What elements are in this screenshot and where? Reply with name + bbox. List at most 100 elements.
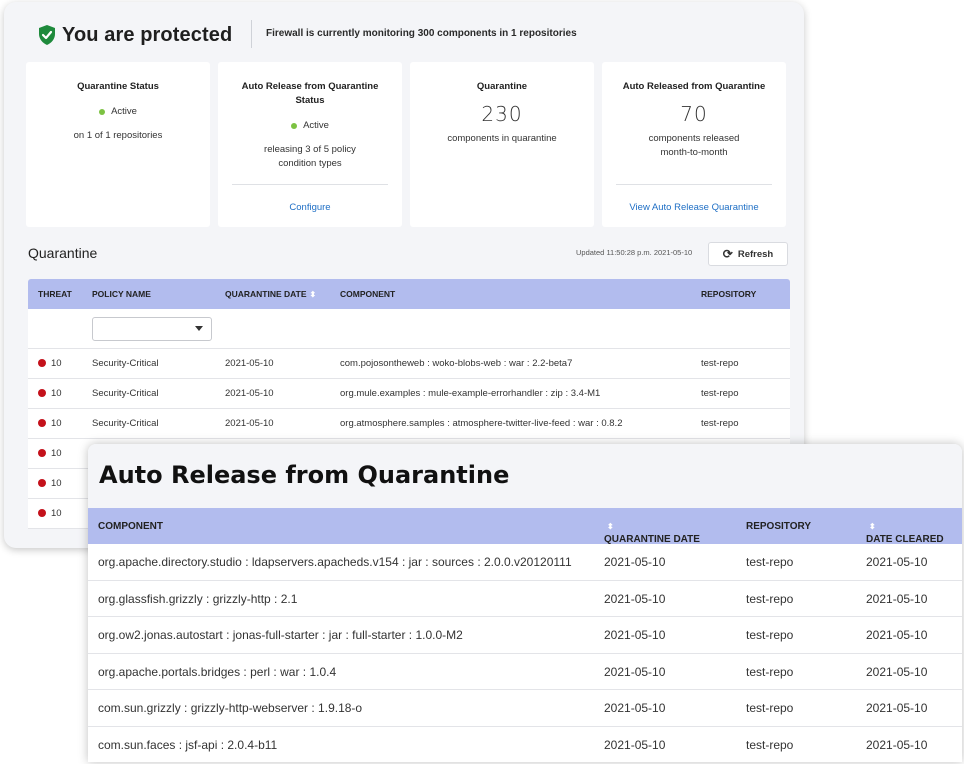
date-cell: 2021-05-10 — [604, 737, 666, 752]
card-title: Quarantine Status — [77, 81, 159, 92]
col-policy-name[interactable]: POLICY NAME — [92, 289, 151, 299]
status-dot — [99, 108, 106, 115]
policy-filter-select[interactable] — [92, 317, 212, 341]
status-indicator: Active — [218, 120, 402, 131]
threat-value: 10 — [51, 358, 62, 369]
table-row[interactable]: com.sun.grizzly : grizzly-http-webserver… — [88, 690, 962, 727]
repository-cell: test-repo — [746, 701, 794, 716]
col-repository[interactable]: REPOSITORY — [701, 289, 756, 299]
repository-cell: test-repo — [701, 418, 739, 429]
threat-value: 10 — [51, 508, 62, 519]
updated-timestamp: Updated 11:50:28 p.m. 2021-05-10 — [576, 248, 693, 257]
card-divider — [232, 184, 388, 185]
component-cell: org.apache.portals.bridges : perl : war … — [98, 664, 337, 679]
threat-dot — [38, 419, 46, 427]
monitoring-summary: Firewall is currently monitoring 300 com… — [266, 28, 577, 39]
col-repository[interactable]: REPOSITORY — [746, 521, 811, 532]
refresh-icon: ⟳ — [722, 247, 733, 261]
cleared-cell: 2021-05-10 — [866, 628, 928, 643]
threat-dot — [38, 509, 46, 517]
chevron-down-icon — [195, 326, 203, 331]
threat-value: 10 — [51, 478, 62, 489]
card-title: Auto Released from Quarantine — [622, 81, 766, 92]
cleared-cell: 2021-05-10 — [866, 664, 928, 679]
table-row[interactable]: org.apache.directory.studio : ldapserver… — [88, 544, 962, 581]
refresh-button[interactable]: ⟳ Refresh — [708, 242, 788, 266]
table-row[interactable]: 10 Security-Critical 2021-05-10 org.mule… — [28, 379, 790, 409]
date-cell: 2021-05-10 — [604, 628, 666, 643]
threat-dot — [38, 449, 46, 457]
threat-dot — [38, 479, 46, 487]
card-description: components in quarantine — [447, 133, 557, 144]
auto-release-status-card: Auto Release from Quarantine Status Acti… — [218, 62, 402, 227]
protection-header: You are protected — [38, 20, 232, 50]
date-cell: 2021-05-10 — [225, 358, 274, 369]
panel-title: Auto Release from Quarantine — [99, 461, 510, 489]
date-cell: 2021-05-10 — [604, 664, 666, 679]
page-title: You are protected — [62, 23, 233, 46]
threat-cell: 10 — [38, 508, 62, 519]
component-cell: com.sun.grizzly : grizzly-http-webserver… — [98, 701, 363, 716]
date-cell: 2021-05-10 — [604, 555, 666, 569]
table-row[interactable]: org.apache.portals.bridges : perl : war … — [88, 654, 962, 691]
panel-header: Auto Release from Quarantine — [88, 444, 962, 508]
repository-cell: test-repo — [701, 358, 739, 369]
table-row[interactable]: org.glassfish.grizzly : grizzly-http : 2… — [88, 581, 962, 618]
status-indicator: Active — [26, 106, 210, 117]
card-description: components released month-to-month — [648, 133, 740, 158]
quarantine-status-card: Quarantine Status Active on 1 of 1 repos… — [26, 62, 210, 227]
col-quarantine-date[interactable]: QUARANTINE DATE ⬍ — [604, 521, 700, 545]
threat-cell: 10 — [38, 448, 62, 459]
status-dot — [291, 122, 298, 129]
card-title: Quarantine — [476, 81, 528, 92]
component-cell: com.sun.faces : jsf-api : 2.0.4-b11 — [98, 737, 278, 752]
col-component[interactable]: COMPONENT — [340, 289, 395, 299]
component-cell: org.mule.examples : mule-example-errorha… — [340, 388, 601, 399]
repository-cell: test-repo — [746, 737, 794, 752]
table-row[interactable]: org.ow2.jonas.autostart : jonas-full-sta… — [88, 617, 962, 654]
table-row[interactable]: com.sun.faces : jsf-api : 2.0.4-b11 2021… — [88, 727, 962, 762]
repository-cell: test-repo — [746, 628, 794, 643]
date-cell: 2021-05-10 — [604, 591, 666, 606]
sort-icon: ⬍ — [869, 522, 876, 531]
threat-cell: 10 — [38, 388, 62, 399]
component-cell: org.glassfish.grizzly : grizzly-http : 2… — [98, 591, 298, 606]
auto-release-panel: Auto Release from Quarantine COMPONENT Q… — [88, 444, 962, 762]
col-label: QUARANTINE DATE — [225, 289, 307, 299]
table-row[interactable]: 10 Security-Critical 2021-05-10 org.atmo… — [28, 409, 790, 439]
repository-cell: test-repo — [746, 664, 794, 679]
card-description: releasing 3 of 5 policy condition types — [264, 144, 356, 169]
quarantine-count-card: Quarantine 230 components in quarantine — [410, 62, 594, 227]
refresh-label: Refresh — [737, 248, 774, 260]
table-header: COMPONENT QUARANTINE DATE ⬍ REPOSITORY DA… — [88, 508, 962, 545]
component-cell: com.pojosontheweb : woko-blobs-web : war… — [340, 358, 573, 369]
component-cell: org.apache.directory.studio : ldapserver… — [98, 555, 572, 569]
threat-dot — [38, 359, 46, 367]
col-component[interactable]: COMPONENT — [98, 521, 163, 532]
auto-released-count-card: Auto Released from Quarantine 70 compone… — [602, 62, 786, 227]
component-cell: org.atmosphere.samples : atmosphere-twit… — [340, 418, 623, 429]
filter-row — [28, 309, 790, 349]
auto-released-count: 70 — [680, 102, 708, 126]
shield-check-icon — [39, 25, 55, 45]
col-threat[interactable]: THREAT — [38, 289, 72, 299]
card-title: Auto Release from Quarantine Status — [241, 81, 379, 106]
repository-cell: test-repo — [746, 555, 794, 569]
threat-value: 10 — [51, 418, 62, 429]
repository-cell: test-repo — [746, 591, 794, 606]
card-divider — [616, 184, 772, 185]
cleared-cell: 2021-05-10 — [866, 555, 928, 569]
quarantine-heading: Quarantine — [28, 245, 98, 261]
threat-dot — [38, 389, 46, 397]
threat-cell: 10 — [38, 418, 62, 429]
component-cell: org.ow2.jonas.autostart : jonas-full-sta… — [98, 628, 463, 643]
threat-value: 10 — [51, 448, 62, 459]
configure-link[interactable]: Configure — [218, 202, 402, 213]
col-date-cleared[interactable]: DATE CLEARED ⬍ — [866, 521, 944, 545]
repository-cell: test-repo — [701, 388, 739, 399]
view-auto-release-link[interactable]: View Auto Release Quarantine — [602, 202, 786, 213]
table-header: THREAT POLICY NAME QUARANTINE DATE ⬍ COMP… — [28, 279, 790, 309]
table-row[interactable]: 10 Security-Critical 2021-05-10 com.pojo… — [28, 349, 790, 379]
quarantine-count: 230 — [481, 102, 523, 126]
col-quarantine-date[interactable]: QUARANTINE DATE ⬍ — [225, 289, 316, 299]
